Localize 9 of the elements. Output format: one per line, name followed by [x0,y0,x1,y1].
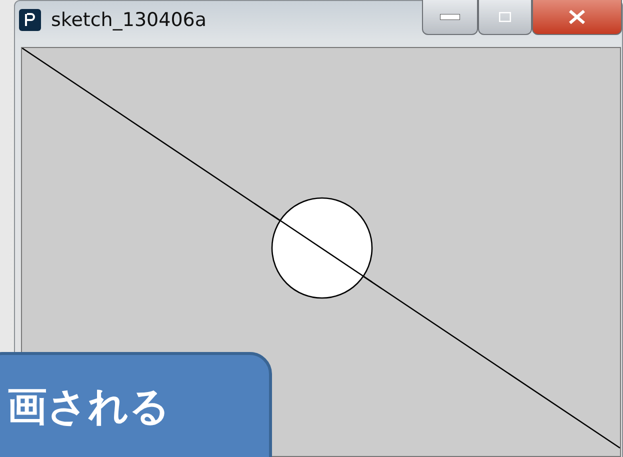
close-icon [568,10,586,24]
close-button[interactable] [532,0,622,35]
minimize-icon [440,14,460,20]
callout-text: 画される [7,384,170,430]
maximize-icon [499,12,511,22]
minimize-button[interactable] [422,0,478,35]
maximize-button[interactable] [478,0,532,35]
window-title: sketch_130406a [51,9,207,31]
app-icon [19,9,41,31]
